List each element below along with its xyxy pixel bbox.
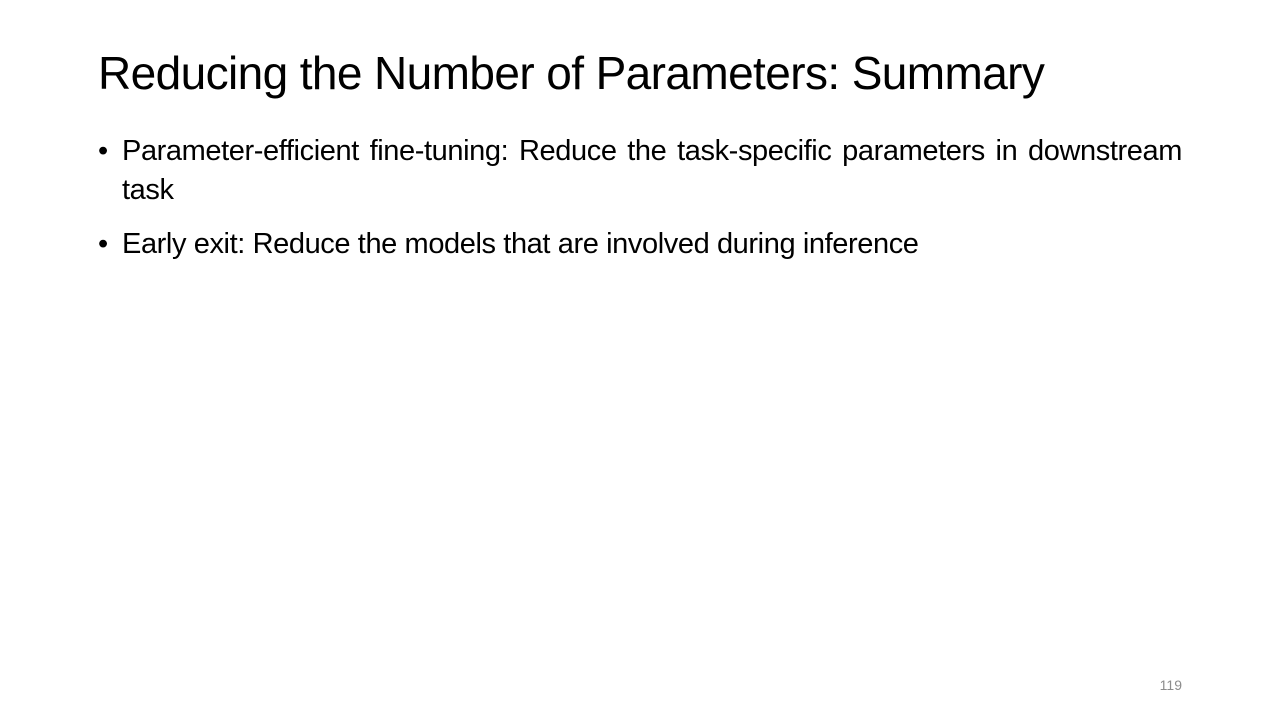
bullet-item: • Early exit: Reduce the models that are… (98, 225, 1182, 264)
bullet-text: Early exit: Reduce the models that are i… (122, 228, 919, 260)
page-number: 119 (1159, 677, 1182, 693)
bullet-marker: • (98, 135, 108, 167)
bullet-marker: • (98, 228, 108, 260)
slide-title: Reducing the Number of Parameters: Summa… (98, 47, 1045, 99)
bullet-item: • Parameter-efficient fine-tuning: Reduc… (98, 132, 1182, 210)
bullet-list: • Parameter-efficient fine-tuning: Reduc… (98, 132, 1182, 279)
slide: Reducing the Number of Parameters: Summa… (0, 0, 1280, 720)
bullet-text: Parameter-efficient fine-tuning: Reduce … (122, 135, 1182, 206)
